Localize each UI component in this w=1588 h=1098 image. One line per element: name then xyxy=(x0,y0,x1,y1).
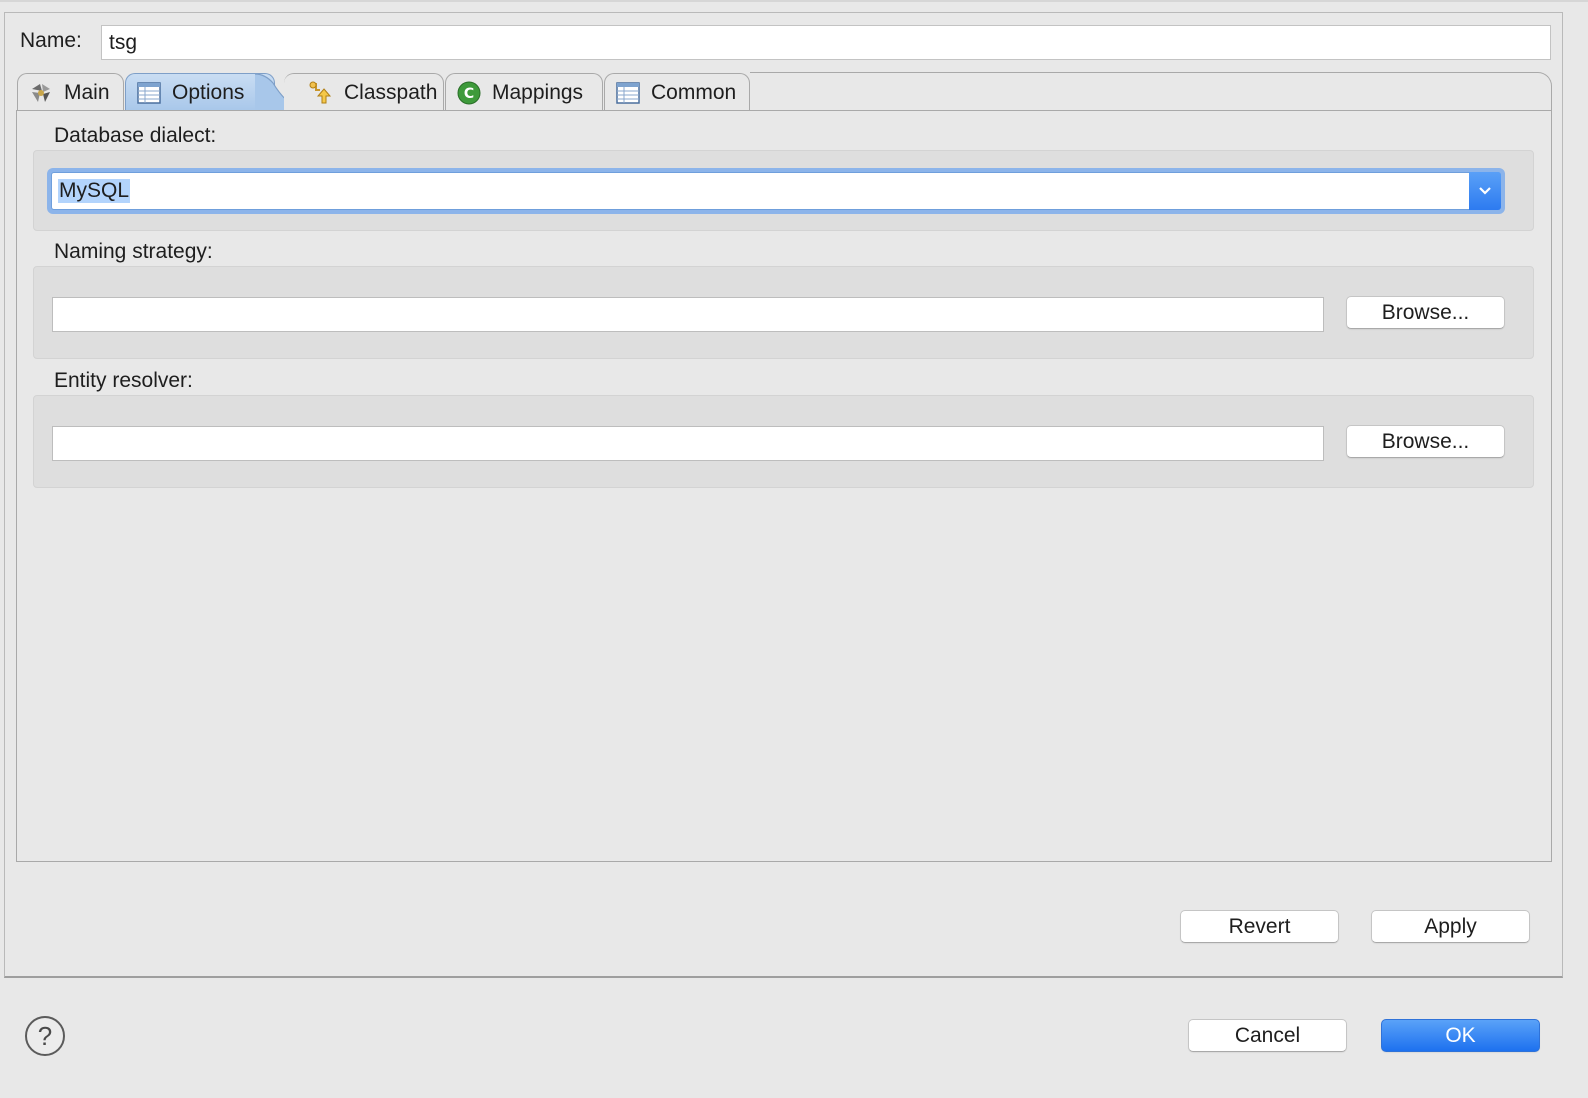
tab-strip-line xyxy=(16,110,1552,111)
naming-strategy-browse-button[interactable]: Browse... xyxy=(1346,296,1505,329)
tab-common[interactable]: Common xyxy=(604,73,750,111)
entity-resolver-label: Entity resolver: xyxy=(54,369,193,392)
help-icon[interactable]: ? xyxy=(25,1016,65,1056)
naming-strategy-input[interactable] xyxy=(52,297,1324,332)
tab-mappings[interactable]: C Mappings xyxy=(445,73,603,111)
tab-common-label: Common xyxy=(651,80,737,104)
launch-configuration-dialog: Name: Main Options xyxy=(0,0,1588,1098)
apply-button[interactable]: Apply xyxy=(1371,910,1530,943)
naming-strategy-label: Naming strategy: xyxy=(54,240,213,263)
database-dialect-combo[interactable]: MySQL xyxy=(47,168,1505,214)
tab-strip-border xyxy=(750,72,1552,111)
database-dialect-value: MySQL xyxy=(58,179,131,203)
tab-classpath[interactable]: Classpath xyxy=(284,73,444,111)
entity-resolver-browse-button[interactable]: Browse... xyxy=(1346,425,1505,458)
cancel-button[interactable]: Cancel xyxy=(1188,1019,1347,1052)
classpath-icon xyxy=(309,81,332,103)
table-icon xyxy=(137,81,161,104)
name-label: Name: xyxy=(20,29,82,52)
dropdown-button[interactable] xyxy=(1469,172,1501,210)
tab-mappings-label: Mappings xyxy=(492,80,584,104)
chevron-down-icon xyxy=(1479,187,1491,195)
top-edge xyxy=(0,0,1588,2)
name-input[interactable] xyxy=(101,25,1551,60)
ok-button[interactable]: OK xyxy=(1381,1019,1540,1052)
tab-classpath-label: Classpath xyxy=(344,80,438,104)
tab-main-label: Main xyxy=(64,80,110,104)
tab-options-label: Options xyxy=(172,80,245,104)
svg-text:C: C xyxy=(464,86,474,102)
tab-main[interactable]: Main xyxy=(17,73,124,111)
database-dialect-label: Database dialect: xyxy=(54,124,217,147)
database-dialect-combo-field[interactable]: MySQL xyxy=(51,172,1501,210)
table-icon xyxy=(616,81,640,104)
hibernate-icon xyxy=(32,83,50,102)
revert-button[interactable]: Revert xyxy=(1180,910,1339,943)
mappings-c-icon: C xyxy=(457,81,481,104)
entity-resolver-input[interactable] xyxy=(52,426,1324,461)
tab-options[interactable]: Options xyxy=(125,73,275,111)
